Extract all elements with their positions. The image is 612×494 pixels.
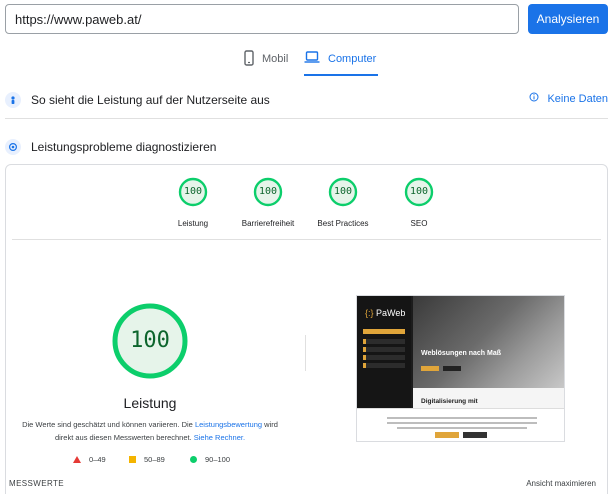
card-divider: [12, 239, 601, 240]
thumb-hero-image: [413, 296, 564, 388]
thumb-text-line: [387, 422, 537, 424]
diagnose-section: Leistungsprobleme diagnostizieren: [5, 137, 608, 157]
thumb-logo: {:} PaWeb: [365, 308, 406, 318]
user-experience-title: So sieht die Leistung auf der Nutzerseit…: [31, 93, 270, 107]
thumb-text-line: [397, 427, 527, 429]
performance-big-gauge: 100: [111, 302, 189, 380]
legend-fail: 0–49: [73, 455, 106, 464]
tab-computer[interactable]: Computer: [304, 50, 379, 76]
thumb-menu-item: [363, 347, 405, 352]
tab-mobile-label: Mobil: [262, 53, 289, 65]
gauge-label: SEO: [410, 219, 428, 228]
thumb-cookie-settings: [463, 432, 487, 438]
legend-fail-range: 0–49: [89, 455, 106, 464]
tab-computer-label: Computer: [328, 53, 377, 65]
performance-score: 100: [130, 328, 170, 353]
url-input[interactable]: [5, 4, 519, 34]
device-tabs: Mobil Computer: [0, 50, 612, 76]
thumb-menu-item: [363, 363, 405, 368]
diagnose-icon: [5, 139, 21, 155]
thumb-menu-item: [363, 339, 405, 344]
no-data-label: Keine Daten: [547, 92, 608, 105]
maximize-view-button[interactable]: Ansicht maximieren: [526, 479, 596, 488]
smartphone-icon: [244, 50, 254, 66]
thumb-menu-item: [363, 329, 405, 334]
square-icon: [129, 456, 136, 463]
score-legend: 0–49 50–89 90–100: [71, 455, 251, 467]
gauge-value: 100: [258, 186, 278, 197]
legend-pass-range: 90–100: [205, 455, 231, 464]
performance-title: Leistung: [123, 395, 177, 411]
thumb-hero-button-secondary: [443, 366, 461, 371]
info-icon: [529, 92, 539, 105]
legend-average: 50–89: [129, 455, 165, 464]
gauge-ring: 100: [253, 177, 283, 207]
diagnose-title: Leistungsprobleme diagnostizieren: [31, 140, 217, 154]
page-screenshot-thumbnail[interactable]: {:} PaWeb Weblösungen nach Maß Digitalis…: [356, 295, 565, 442]
gauge-seo[interactable]: 100 SEO: [369, 177, 469, 228]
no-data-link[interactable]: Keine Daten: [529, 92, 608, 105]
gauge-ring: 100: [178, 177, 208, 207]
tab-mobile[interactable]: Mobil: [244, 50, 288, 76]
user-experience-section: So sieht die Leistung auf der Nutzerseit…: [5, 90, 608, 110]
thumb-hero-button: [421, 366, 439, 371]
vertical-divider: [305, 335, 306, 371]
gauge-value: 100: [183, 186, 203, 197]
laptop-icon: [304, 50, 320, 64]
thumb-text-line: [387, 417, 537, 419]
circle-icon: [190, 456, 197, 463]
performance-description: Die Werte sind geschätzt und können vari…: [20, 418, 280, 444]
triangle-icon: [73, 456, 81, 463]
gauge-value: 100: [333, 186, 353, 197]
legend-average-range: 50–89: [144, 455, 165, 464]
thumb-cookie-accept: [435, 432, 459, 438]
section-divider: [5, 118, 608, 119]
analyze-button[interactable]: Analysieren: [528, 4, 608, 34]
legend-pass: 90–100: [190, 455, 230, 464]
score-gauges: 100 Leistung 100 Barrierefreiheit 100 Be…: [6, 177, 607, 237]
thumb-menu-item: [363, 355, 405, 360]
person-icon: [5, 92, 21, 108]
desc-text-1: Die Werte sind geschätzt und können vari…: [22, 420, 195, 429]
calculator-link[interactable]: Siehe Rechner.: [194, 433, 245, 442]
thumb-hero-title: Weblösungen nach Maß: [421, 350, 501, 357]
metrics-label: MESSWERTE: [9, 479, 65, 488]
thumb-section-title: Digitalisierung mit: [421, 398, 478, 405]
score-calc-link[interactable]: Leistungsbewertung: [195, 420, 262, 429]
gauge-ring: 100: [404, 177, 434, 207]
url-bar: Analysieren: [5, 4, 608, 34]
gauge-ring: 100: [328, 177, 358, 207]
gauge-value: 100: [409, 186, 429, 197]
thumb-cookie-banner: [357, 408, 564, 441]
